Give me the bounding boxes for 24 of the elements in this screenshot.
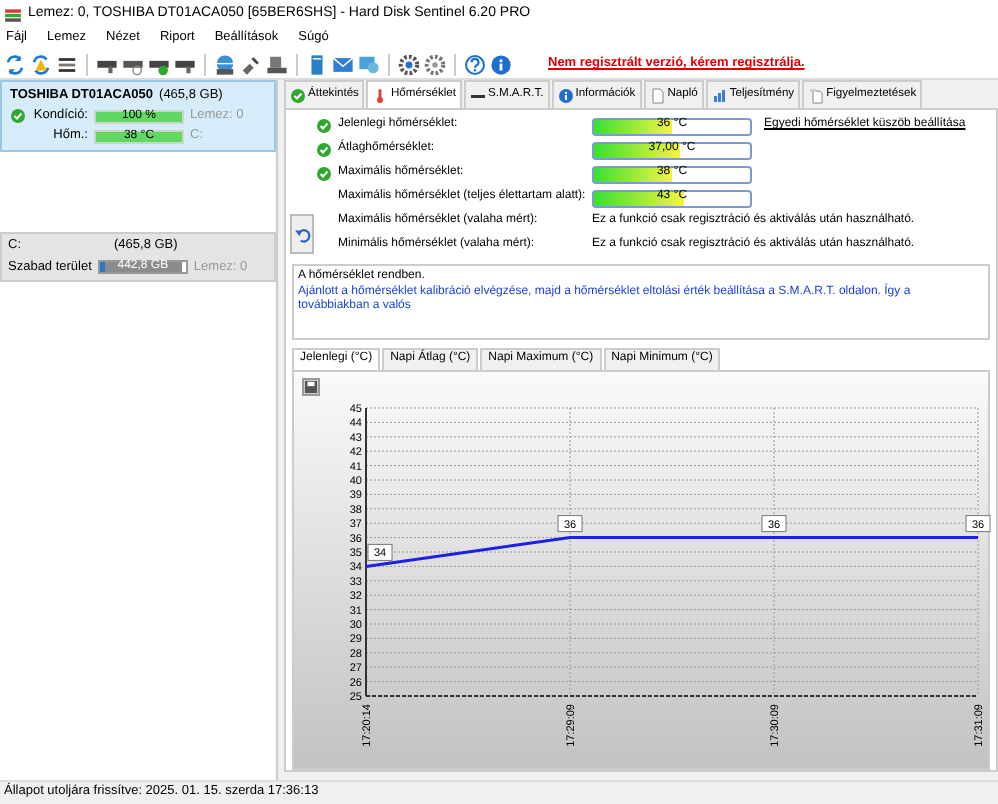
page-icon — [649, 87, 666, 103]
list-icon[interactable] — [56, 53, 78, 75]
gear-icon[interactable] — [398, 53, 420, 75]
checkmark-icon — [290, 87, 306, 103]
undo-arrow-icon — [293, 225, 311, 243]
satellite-icon[interactable] — [240, 53, 262, 75]
help-icon[interactable] — [464, 53, 486, 75]
app-icon — [4, 5, 22, 23]
save-button[interactable] — [302, 377, 320, 395]
refresh-icon[interactable] — [4, 53, 26, 75]
envelope-icon[interactable] — [332, 53, 354, 75]
info-icon[interactable] — [490, 53, 512, 75]
info-icon — [557, 87, 574, 103]
globe-drive-icon[interactable] — [214, 53, 236, 75]
undo-button[interactable] — [290, 214, 314, 254]
save-icon — [304, 379, 318, 393]
gear-icon[interactable] — [424, 53, 446, 75]
chart-icon — [711, 87, 728, 103]
refresh-warning-icon[interactable] — [30, 53, 52, 75]
computer-icon[interactable] — [266, 53, 288, 75]
thermometer-icon — [372, 87, 389, 103]
document-icon[interactable] — [306, 53, 328, 75]
pages-icon — [808, 87, 825, 103]
monitor-globe-icon[interactable] — [358, 53, 380, 75]
